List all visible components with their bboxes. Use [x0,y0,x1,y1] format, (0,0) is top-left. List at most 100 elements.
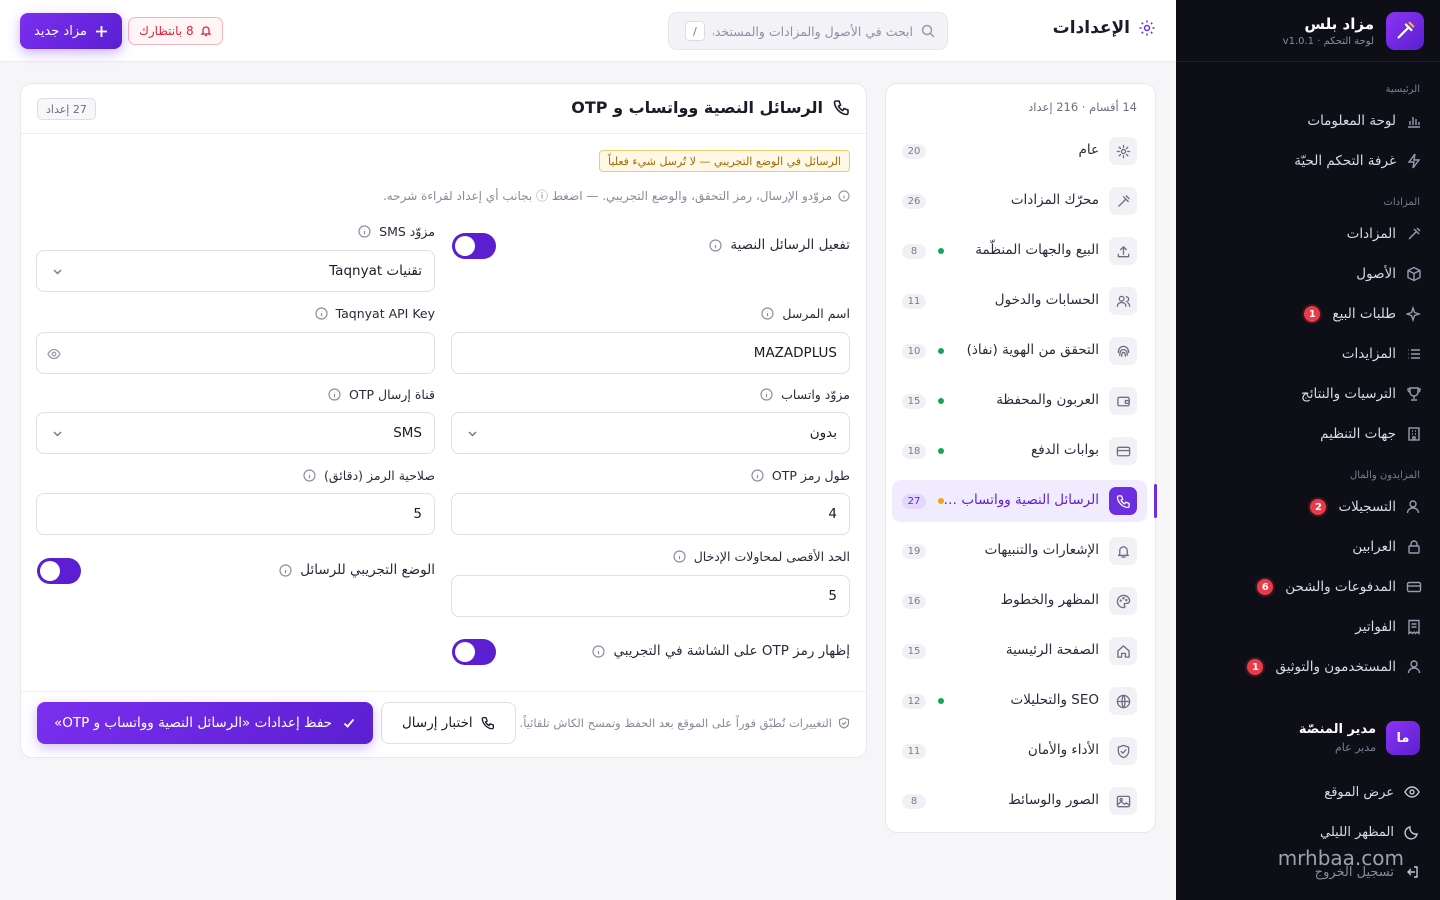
user-card[interactable]: ما مدير المنصّة مدير عام [1188,712,1428,764]
sender-name-label: اسم المرسل [761,306,850,321]
sidebar-item-invoices[interactable]: الفواتير [1176,607,1440,647]
brand[interactable]: مزاد بلس لوحة التحكم · v1.0.1 [1176,0,1440,62]
wallet-icon [1109,387,1137,415]
sidebar-item-auctions[interactable]: المزادات [1176,214,1440,254]
search-box[interactable]: / [668,12,948,50]
test-mode-toggle[interactable] [37,558,81,584]
settings-category-item[interactable]: الإشعارات والتنبيهات 19 [892,530,1147,572]
api-key-label: Taqnyat API Key [314,306,435,321]
receipt-icon [1406,619,1422,635]
dark-mode-toggle[interactable]: المظهر الليلي [1320,824,1420,840]
sidebar-item-label: المزايدات [1341,346,1396,362]
sidebar-item-registrations[interactable]: التسجيلات 2 [1176,487,1440,527]
info-icon[interactable] [314,307,328,320]
max-attempts-input[interactable]: 5 [451,575,850,617]
code-validity-input[interactable]: 5 [36,493,435,535]
section-hint: مزوّدو الإرسال، رمز التحقق، والوضع التجر… [383,187,850,204]
show-otp-toggle[interactable] [452,639,496,665]
check-icon [342,716,356,730]
nav-section-title: المزادات [1383,197,1420,208]
settings-category-item[interactable]: العربون والمحفظة 15 [892,380,1147,422]
sidebar-item-bids[interactable]: المزايدات [1176,334,1440,374]
settings-category-item[interactable]: البيع والجهات المنظّمة 8 [892,230,1147,272]
enable-sms-toggle[interactable] [452,233,496,259]
settings-category-item[interactable]: الصفحة الرئيسية 15 [892,630,1147,672]
new-auction-button[interactable]: مزاد جديد [20,13,122,49]
settings-category-item[interactable]: الرسائل النصية وواتساب … 27 [892,480,1157,522]
sidebar-item-deposits[interactable]: العرابين [1176,527,1440,567]
lock-icon [1406,539,1422,555]
otp-channel-select[interactable]: SMS [36,412,435,454]
info-icon[interactable] [751,469,764,482]
sidebar-item-dashboard[interactable]: لوحة المعلومات [1176,101,1440,141]
sidebar-item-label: المدفوعات والشحن [1285,579,1396,595]
settings-category-item[interactable]: عام 20 [892,130,1147,172]
notification-badge: 1 [1245,657,1266,677]
sidebar-item-label: جهات التنظيم [1320,426,1396,442]
sidebar-item-label: المزادات [1346,226,1396,242]
sidebar-item-label: المستخدمون والتوثيق [1275,659,1396,675]
sidebar-item-awards[interactable]: الترسيات والنتائج [1176,374,1440,414]
settings-category-item[interactable]: الأداء والأمان 11 [892,730,1147,772]
settings-category-item[interactable]: الحسابات والدخول 11 [892,280,1147,322]
info-icon[interactable] [358,225,371,238]
settings-category-item[interactable]: المظهر والخطوط 16 [892,580,1147,622]
eye-icon [1404,784,1420,800]
category-label: الأداء والأمان [1027,742,1099,758]
whatsapp-provider-select[interactable]: بدون [451,412,850,454]
footer-note: التغييرات تُطبّق فوراً على الموقع بعد ال… [520,716,850,730]
sidebar-item-users[interactable]: المستخدمون والتوثيق 1 [1176,647,1440,687]
avatar: ما [1386,721,1420,755]
api-key-input[interactable] [36,332,435,374]
eye-icon[interactable] [47,347,61,361]
category-count-badge: 27 [902,494,926,509]
nav-section-title: المزايدون والمال [1349,470,1420,481]
settings-category-item[interactable]: SEO والتحليلات 12 [892,680,1147,722]
home-icon [1109,637,1137,665]
section-title-text: الرسائل النصية وواتساب و OTP [571,98,823,117]
status-dot [938,698,944,704]
page-title: الإعدادات [1053,18,1156,38]
list-icon [1406,346,1422,362]
sidebar-item-label: الأصول [1356,266,1396,282]
search-icon [921,24,935,38]
info-icon[interactable] [303,469,316,482]
view-site-link[interactable]: عرض الموقع [1324,784,1420,800]
search-input[interactable] [713,23,913,39]
info-icon[interactable] [761,307,775,320]
info-icon[interactable] [592,644,606,658]
category-label: بوابات الدفع [1031,442,1099,458]
settings-category-item[interactable]: بوابات الدفع 18 [892,430,1147,472]
info-icon[interactable] [760,388,773,401]
category-count-badge: 20 [902,144,926,159]
sidebar: مزاد بلس لوحة التحكم · v1.0.1 الرئيسية ل… [1176,0,1440,900]
category-count-badge: 26 [902,194,926,209]
bell-icon [200,25,212,37]
sms-provider-select[interactable]: تقنيات Taqnyat [36,250,435,292]
save-settings-button[interactable]: حفظ إعدادات «الرسائل النصية وواتساب و OT… [37,702,373,744]
sidebar-item-assets[interactable]: الأصول [1176,254,1440,294]
info-icon[interactable] [673,550,686,563]
info-icon[interactable] [279,563,292,577]
settings-category-item[interactable]: الصور والوسائط 8 [892,780,1147,822]
credit-card-icon [1109,437,1137,465]
otp-length-input[interactable]: 4 [451,493,850,535]
sidebar-item-sale-requests[interactable]: طلبات البيع 1 [1176,294,1440,334]
user-name: مدير المنصّة [1298,722,1376,737]
page-title-text: الإعدادات [1052,18,1130,38]
sender-name-input[interactable]: MAZADPLUS [451,332,850,374]
info-icon [838,189,850,202]
otp-channel-label: قناة إرسال OTP [328,387,435,402]
sidebar-item-payments[interactable]: المدفوعات والشحن 6 [1176,567,1440,607]
sidebar-item-live-control[interactable]: غرفة التحكم الحيّة [1176,141,1440,181]
test-send-button[interactable]: اختبار إرسال [381,702,516,744]
phone-icon [481,716,495,730]
category-label: عام [1078,142,1099,158]
sidebar-item-regulators[interactable]: جهات التنظيم [1176,414,1440,454]
pending-tasks-button[interactable]: 8 بانتظارك [128,17,223,45]
settings-category-item[interactable]: التحقق من الهوية (نفاذ) 10 [892,330,1147,372]
info-icon[interactable] [328,388,341,401]
info-icon[interactable] [709,238,722,252]
settings-category-item[interactable]: محرّك المزادات 26 [892,180,1147,222]
gavel-icon [1109,187,1137,215]
